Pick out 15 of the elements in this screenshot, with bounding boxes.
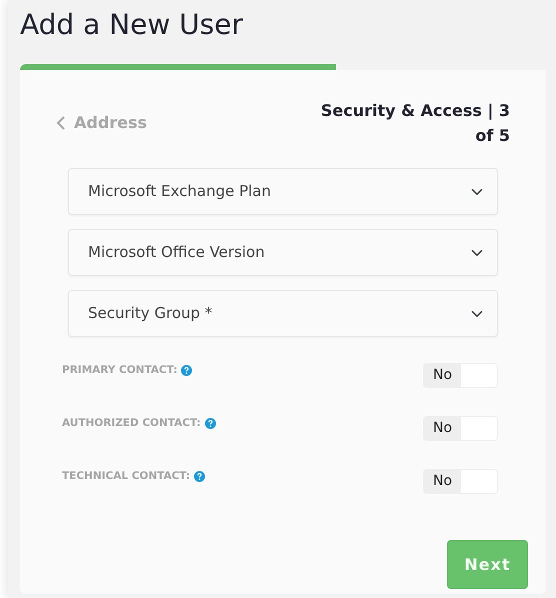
page-title: Add a New User <box>20 7 244 43</box>
help-icon[interactable] <box>194 471 206 482</box>
chevron-left-icon <box>56 115 66 131</box>
dropdown-field[interactable]: Microsoft Office Version <box>68 229 498 276</box>
step-indicator: Security & Access | 3 of 5 <box>320 100 510 147</box>
field-label: PRIMARY CONTACT: <box>62 363 178 378</box>
field-label: TECHNICAL CONTACT: <box>62 469 190 484</box>
toggle-switch[interactable]: No <box>423 469 498 494</box>
field-label: AUTHORIZED CONTACT: <box>62 416 201 431</box>
help-icon[interactable] <box>204 418 216 430</box>
help-icon[interactable] <box>181 365 192 376</box>
dropdown-field[interactable]: Security Group * <box>68 290 498 337</box>
toggle-switch[interactable]: No <box>423 363 498 388</box>
dropdown-field[interactable]: Microsoft Exchange Plan <box>68 168 498 215</box>
toggle-switch[interactable]: No <box>423 416 498 441</box>
